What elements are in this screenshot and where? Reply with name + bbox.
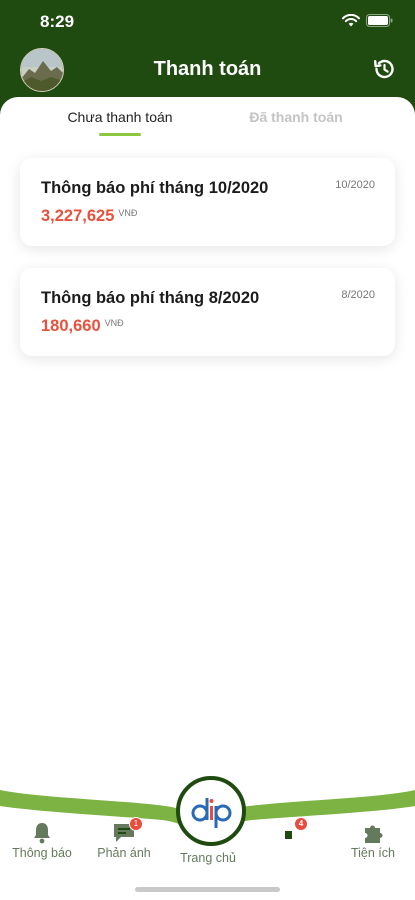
app-header: Thanh toán [0, 44, 415, 100]
puzzle-icon [365, 825, 383, 843]
invoice-title: Thông báo phí tháng 8/2020 [41, 289, 260, 307]
status-icons [342, 14, 393, 27]
nav-label: Phản ánh [97, 846, 151, 860]
nav-item-notifications[interactable]: Thông báo [2, 820, 82, 860]
feedback-badge: 1 [129, 817, 143, 831]
invoice-card[interactable]: Thông báo phí tháng 8/2020 8/2020 180,66… [20, 268, 395, 356]
invoice-amount: 3,227,625 [41, 207, 115, 225]
invoice-currency: VNĐ [118, 208, 138, 218]
nav-label: Thanh toán [256, 846, 324, 860]
invoice-currency: VNĐ [104, 318, 124, 328]
invoice-amount-row: 180,660 VNĐ [41, 317, 124, 336]
tab-paid[interactable]: Đã thanh toán [216, 109, 376, 125]
nav-item-payment[interactable]: 4 Thanh toán [250, 817, 330, 860]
nav-item-feedback[interactable]: 1 Phản ánh [84, 817, 164, 860]
invoice-amount: 180,660 [41, 317, 101, 335]
invoice-date: 10/2020 [335, 179, 375, 191]
invoice-date: 8/2020 [341, 289, 375, 301]
battery-icon [366, 14, 393, 27]
status-bar: 8:29 [0, 0, 415, 44]
payment-badge: 4 [294, 817, 308, 831]
wifi-icon [342, 14, 360, 27]
nav-label-home[interactable]: Trang chủ [168, 851, 248, 865]
invoice-amount-row: 3,227,625 VNĐ [41, 207, 137, 226]
nav-label: Tiện ích [350, 846, 395, 860]
tab-unpaid[interactable]: Chưa thanh toán [40, 109, 200, 125]
status-time: 8:29 [40, 12, 75, 31]
bell-icon [34, 823, 50, 844]
history-icon[interactable] [371, 56, 397, 82]
dip-logo-icon [191, 798, 232, 828]
nav-label: Thông báo [12, 846, 72, 860]
home-button[interactable] [176, 776, 246, 846]
home-indicator [135, 887, 280, 892]
invoice-title: Thông báo phí tháng 10/2020 [41, 179, 269, 197]
nav-item-utilities[interactable]: Tiện ích [333, 820, 413, 860]
active-tab-indicator [99, 133, 141, 136]
payment-tabs: Chưa thanh toán Đã thanh toán [0, 109, 415, 139]
invoice-card[interactable]: Thông báo phí tháng 10/2020 10/2020 3,22… [20, 158, 395, 246]
page-title: Thanh toán [153, 58, 262, 80]
